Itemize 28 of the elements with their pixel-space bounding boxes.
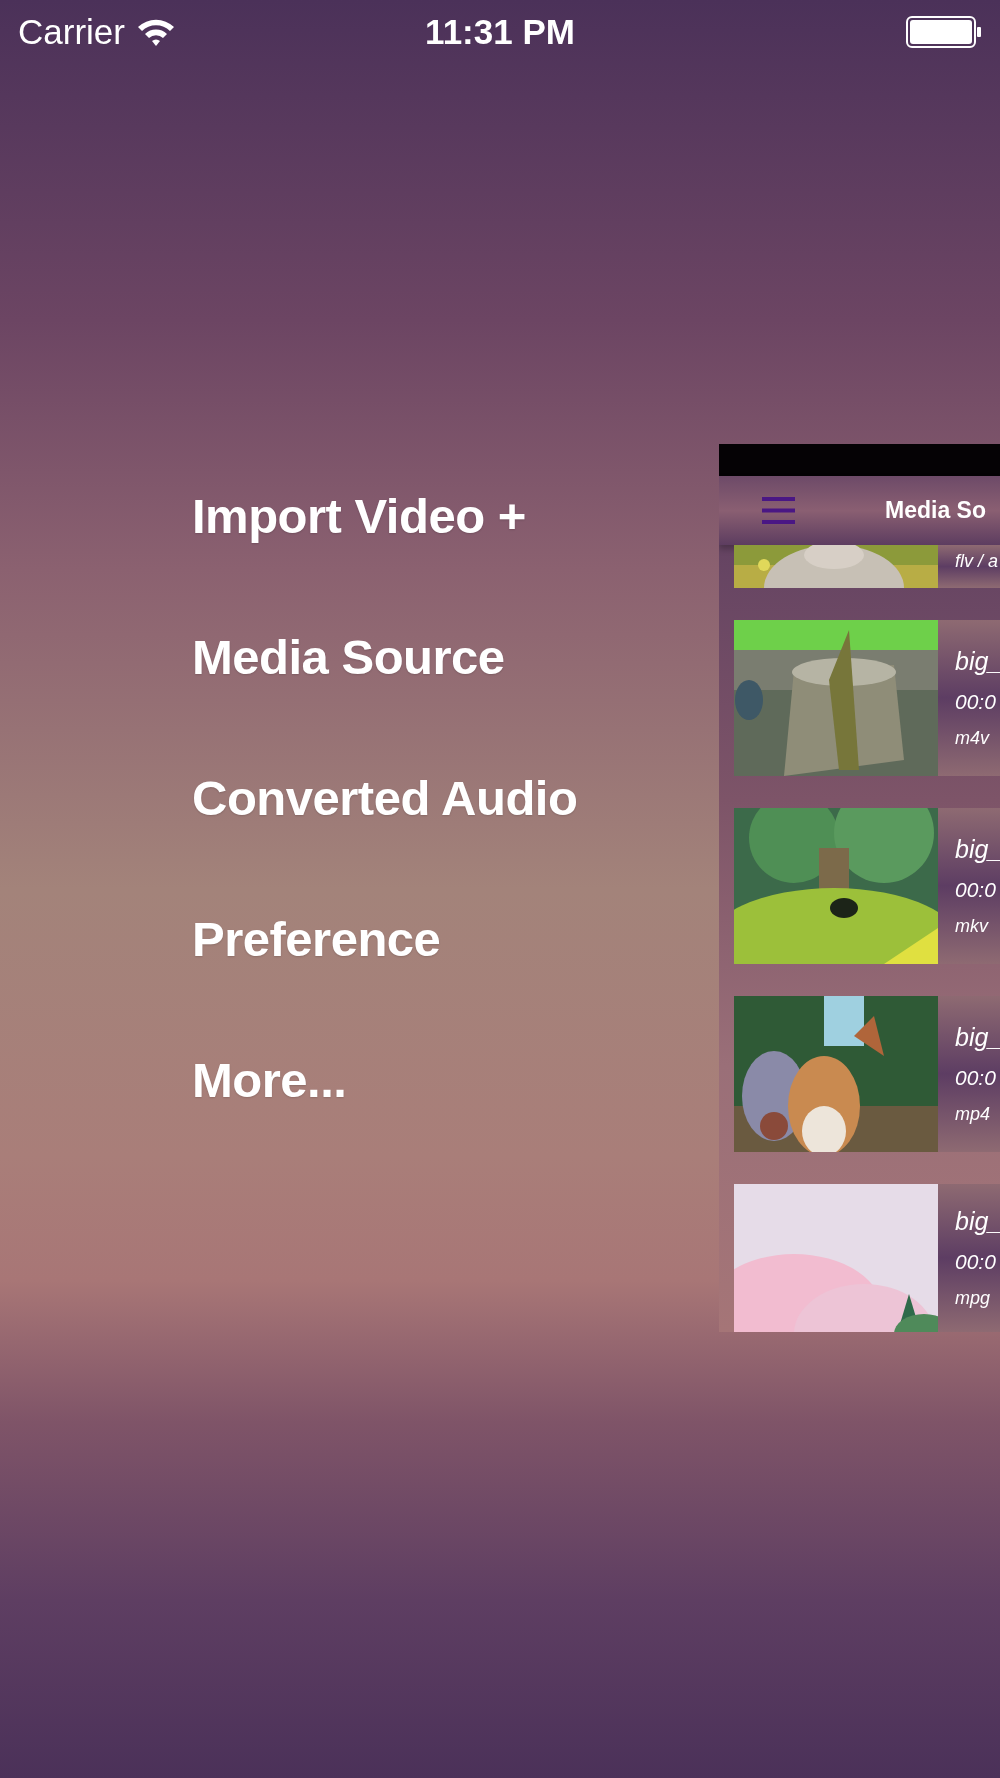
menu-icon[interactable] [762, 497, 795, 524]
video-format: mp4 [955, 1104, 991, 1125]
menu-item[interactable]: Converted Audio [192, 769, 578, 826]
video-duration: 00:0 [955, 1250, 997, 1274]
menu-item[interactable]: Media Source [192, 628, 505, 685]
video-format: mkv [955, 916, 990, 937]
menu-item[interactable]: More... [192, 1051, 347, 1108]
video-title: big_ [955, 1023, 1000, 1052]
nav-title: Media So [885, 497, 986, 524]
video-format: flv / a [955, 551, 998, 572]
video-row[interactable]: big_ 00:0 mkv [734, 808, 1000, 964]
video-title: big_ [955, 835, 1000, 864]
video-row[interactable]: big_ 00:0 m4v [734, 620, 1000, 776]
status-time: 11:31 PM [425, 12, 575, 52]
menu-item[interactable]: Import Video + [192, 487, 526, 544]
video-title: big_ [955, 1207, 1000, 1236]
video-row[interactable]: big_ 00:0 mp4 [734, 996, 1000, 1152]
video-duration: 00:0 [955, 878, 997, 902]
video-format: mpg [955, 1288, 991, 1309]
video-format: m4v [955, 728, 991, 749]
wifi-icon [136, 17, 175, 47]
battery-icon [906, 16, 982, 48]
carrier-name: Carrier [18, 12, 125, 52]
video-duration: 00:0 [955, 1066, 997, 1090]
video-title: big_ [955, 647, 1000, 676]
video-duration: 00:0 [955, 690, 997, 714]
video-row[interactable]: big_ 00:0 mpg [734, 1184, 1000, 1332]
video-row[interactable]: flv / a [734, 545, 1000, 588]
